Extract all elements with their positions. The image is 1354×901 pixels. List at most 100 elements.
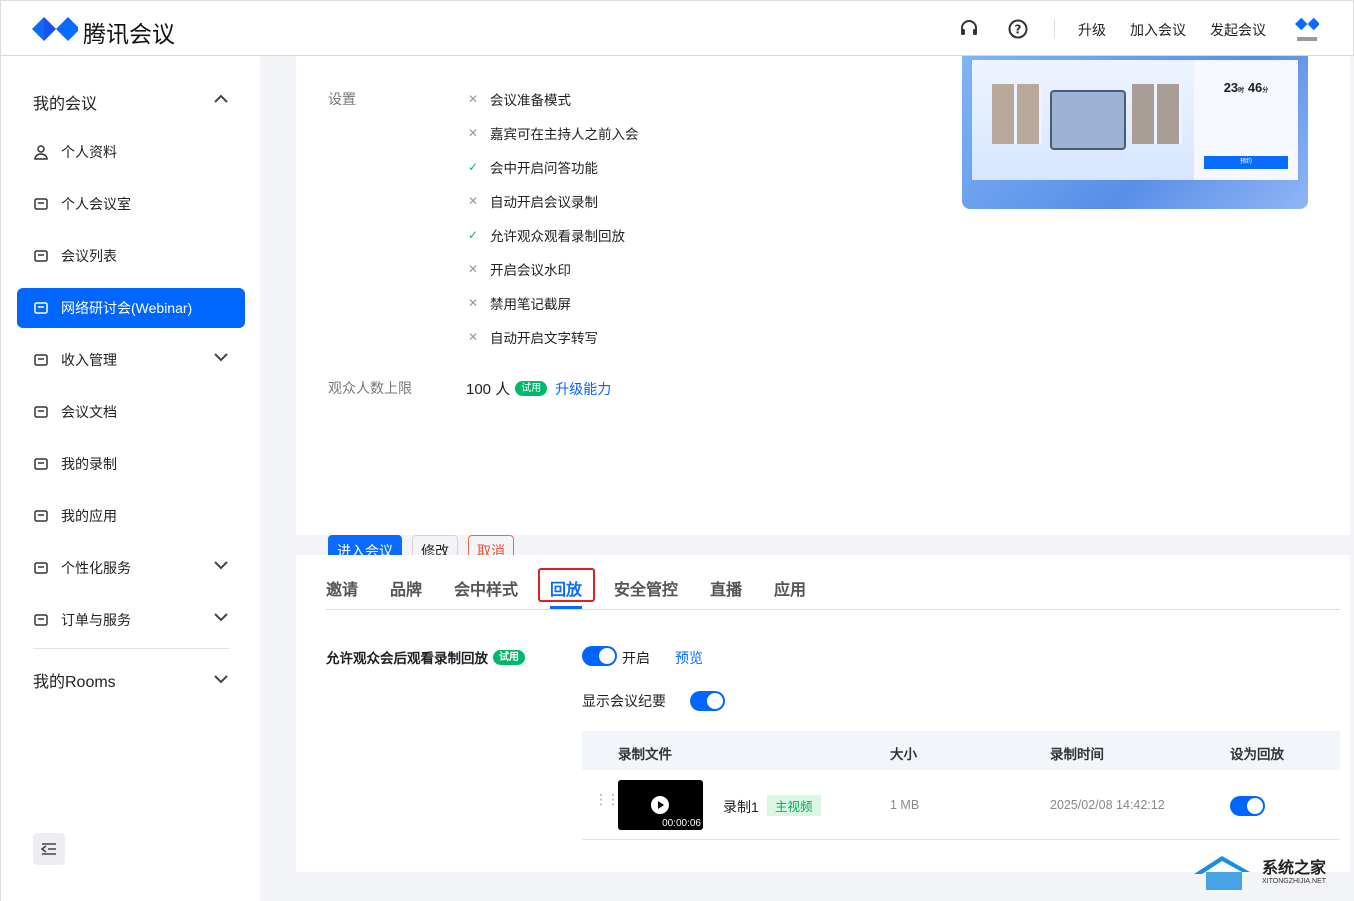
play-icon[interactable] — [651, 796, 669, 814]
layers-icon — [33, 508, 49, 524]
audience-limit-label: 观众人数上限 — [328, 380, 412, 396]
join-meeting-link[interactable]: 加入会议 — [1130, 20, 1186, 40]
cross-icon: ✕ — [468, 92, 479, 106]
table-row: ⋮⋮ 00:00:06 录制1 主视频 1 MB 2025/02/08 14:4… — [582, 770, 1340, 840]
preview-link[interactable]: 预览 — [675, 648, 703, 668]
sidebar-item-label: 会议列表 — [61, 248, 117, 264]
upgrade-link[interactable]: 升级 — [1078, 20, 1106, 40]
countdown-minutes: 46 — [1247, 80, 1263, 95]
group-title: 我的Rooms — [33, 674, 116, 691]
sidebar-group-rooms[interactable]: 我的Rooms — [33, 668, 116, 692]
sidebar-item-label: 我的应用 — [61, 508, 117, 524]
sidebar-item-2[interactable]: 会议列表 — [17, 236, 245, 276]
setting-text: 会议准备模式 — [490, 93, 571, 108]
doc-icon — [33, 404, 49, 420]
webinar-detail-card: 设置 ✕ 会议准备模式 ✕ 嘉宾可在主持人之前入会 ✓ 会中开启问答功能 ✕ 自动开启会议录制… — [296, 56, 1350, 567]
check-icon: ✓ — [468, 160, 479, 174]
sidebar-item-1[interactable]: 个人会议室 — [17, 184, 245, 224]
room-icon — [33, 196, 49, 212]
setting-text: 自动开启会议录制 — [490, 195, 598, 210]
tab-1[interactable]: 品牌 — [390, 576, 422, 600]
start-meeting-link[interactable]: 发起会议 — [1210, 20, 1266, 40]
allow-playback-toggle[interactable] — [582, 646, 617, 666]
sidebar-item-8[interactable]: 个性化服务 — [17, 548, 245, 588]
sidebar-item-7[interactable]: 我的应用 — [17, 496, 245, 536]
cross-icon: ✕ — [468, 126, 479, 140]
collapse-sidebar-button[interactable] — [33, 833, 65, 865]
service-icon — [33, 560, 49, 576]
cross-icon: ✕ — [468, 330, 479, 344]
webinar-preview-image: 23时 46分 预约 — [962, 56, 1308, 209]
user-icon — [33, 144, 49, 160]
sidebar-item-label: 收入管理 — [61, 352, 117, 368]
help-icon[interactable]: ? — [1008, 19, 1028, 39]
recording-name: 录制1 — [723, 799, 759, 815]
show-summary-toggle[interactable] — [690, 691, 725, 711]
divider — [1054, 20, 1055, 38]
preview-book-button: 预约 — [1204, 156, 1288, 169]
minutes-unit: 分 — [1262, 88, 1269, 94]
sidebar-item-9[interactable]: 订单与服务 — [17, 600, 245, 640]
video-grid-thumbnail — [972, 60, 1194, 180]
sidebar-item-label: 个性化服务 — [61, 560, 131, 576]
setting-item: ✕ 自动开启会议录制 — [468, 191, 598, 211]
recording-size: 1 MB — [890, 798, 920, 812]
wallet-icon — [33, 352, 49, 368]
sidebar-item-label: 网络研讨会(Webinar) — [61, 300, 193, 316]
tab-5[interactable]: 直播 — [710, 576, 742, 600]
drag-handle-icon[interactable]: ⋮⋮ — [594, 792, 620, 806]
sidebar-item-label: 我的录制 — [61, 456, 117, 472]
sidebar-item-label: 个人会议室 — [61, 196, 131, 212]
chevron-down-icon[interactable] — [213, 612, 229, 622]
recording-time: 2025/02/08 14:42:12 — [1050, 798, 1165, 812]
chevron-down-icon[interactable] — [213, 560, 229, 570]
collapse-icon — [41, 843, 56, 855]
upgrade-capacity-link[interactable]: 升级能力 — [555, 379, 611, 399]
countdown-hours: 23 — [1223, 80, 1239, 95]
column-header-size: 大小 — [890, 747, 917, 762]
trial-badge: 试用 — [515, 381, 548, 396]
tab-6[interactable]: 应用 — [774, 576, 806, 600]
setting-text: 嘉宾可在主持人之前入会 — [490, 127, 639, 142]
check-icon: ✓ — [468, 228, 479, 242]
table-header — [582, 731, 1340, 770]
sidebar-group-my-meetings[interactable]: 我的会议 — [33, 90, 97, 114]
setting-text: 开启会议水印 — [490, 263, 571, 278]
setting-item: ✓ 允许观众观看录制回放 — [468, 225, 625, 245]
column-header-file: 录制文件 — [618, 747, 672, 762]
sidebar-item-3[interactable]: 网络研讨会(Webinar) — [17, 288, 245, 328]
sidebar-item-6[interactable]: 我的录制 — [17, 444, 245, 484]
settings-label: 设置 — [328, 91, 356, 107]
watermark-title: 系统之家 — [1262, 860, 1327, 877]
tab-0[interactable]: 邀请 — [326, 576, 358, 600]
chevron-up-icon[interactable] — [213, 94, 229, 104]
chevron-down-icon[interactable] — [213, 352, 229, 362]
sidebar-item-0[interactable]: 个人资料 — [17, 132, 245, 172]
show-summary-label: 显示会议纪要 — [582, 693, 666, 709]
setting-item: ✕ 禁用笔记截屏 — [468, 293, 571, 313]
highlight-box — [538, 568, 595, 602]
chevron-down-icon[interactable] — [213, 674, 229, 684]
recording-thumbnail[interactable]: 00:00:06 — [618, 780, 703, 830]
set-playback-toggle[interactable] — [1230, 796, 1265, 816]
video-icon — [33, 456, 49, 472]
headset-icon[interactable] — [959, 19, 979, 39]
tabs-divider — [326, 609, 1340, 610]
active-tab-indicator — [550, 606, 582, 609]
sidebar-item-5[interactable]: 会议文档 — [17, 392, 245, 432]
cross-icon: ✕ — [468, 194, 479, 208]
column-header-time: 录制时间 — [1050, 747, 1104, 762]
recording-duration: 00:00:06 — [662, 818, 701, 829]
cross-icon: ✕ — [468, 296, 479, 310]
clipboard-icon — [33, 612, 49, 628]
watermark-url: XITONGZHIJIA.NET — [1262, 878, 1327, 885]
tencent-meeting-logo — [32, 17, 78, 41]
setting-text: 自动开启文字转写 — [490, 331, 598, 346]
tab-4[interactable]: 安全管控 — [614, 576, 678, 600]
user-avatar[interactable] — [1295, 17, 1319, 41]
setting-item: ✕ 嘉宾可在主持人之前入会 — [468, 123, 639, 143]
svg-text:?: ? — [1015, 23, 1022, 37]
sidebar-item-4[interactable]: 收入管理 — [17, 340, 245, 380]
app-name: 腾讯会议 — [83, 21, 175, 47]
tab-2[interactable]: 会中样式 — [454, 576, 518, 600]
